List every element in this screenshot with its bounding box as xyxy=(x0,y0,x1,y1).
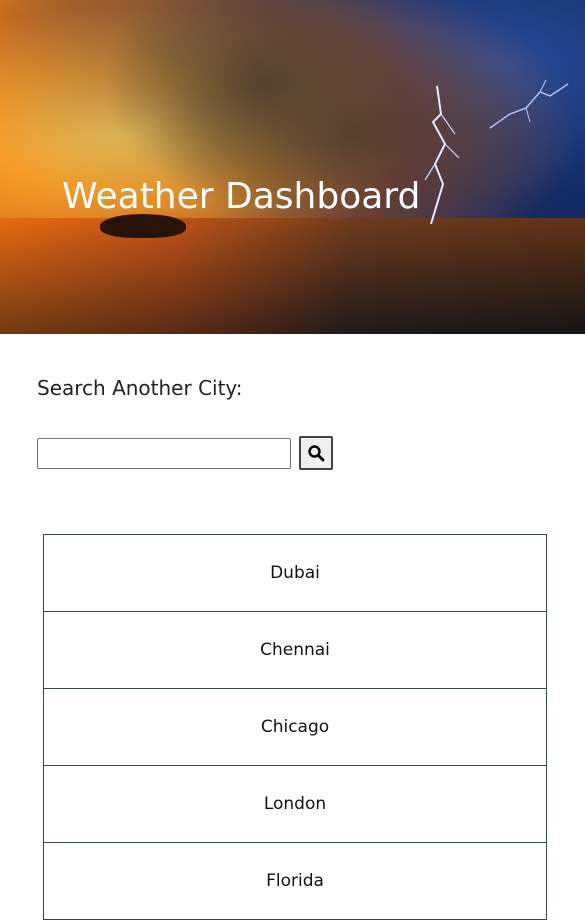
city-item-chicago[interactable]: Chicago xyxy=(43,688,547,765)
island-silhouette xyxy=(100,214,186,238)
page-title: Weather Dashboard xyxy=(62,176,421,217)
city-history-list: Dubai Chennai Chicago London Florida xyxy=(43,534,547,920)
lightning-bolt xyxy=(424,85,460,224)
search-section: Search Another City: xyxy=(37,376,243,400)
city-item-london[interactable]: London xyxy=(43,765,547,842)
search-input[interactable] xyxy=(37,437,291,469)
search-icon xyxy=(308,445,325,462)
sea-reflection xyxy=(0,218,585,334)
search-label: Search Another City: xyxy=(37,376,243,400)
city-item-dubai[interactable]: Dubai xyxy=(43,534,547,611)
search-button[interactable] xyxy=(299,436,333,470)
search-row xyxy=(37,436,333,470)
city-item-florida[interactable]: Florida xyxy=(43,842,547,920)
hero-banner: Weather Dashboard xyxy=(0,0,585,334)
city-item-chennai[interactable]: Chennai xyxy=(43,611,547,688)
lightning-bolt-distant xyxy=(489,79,569,129)
